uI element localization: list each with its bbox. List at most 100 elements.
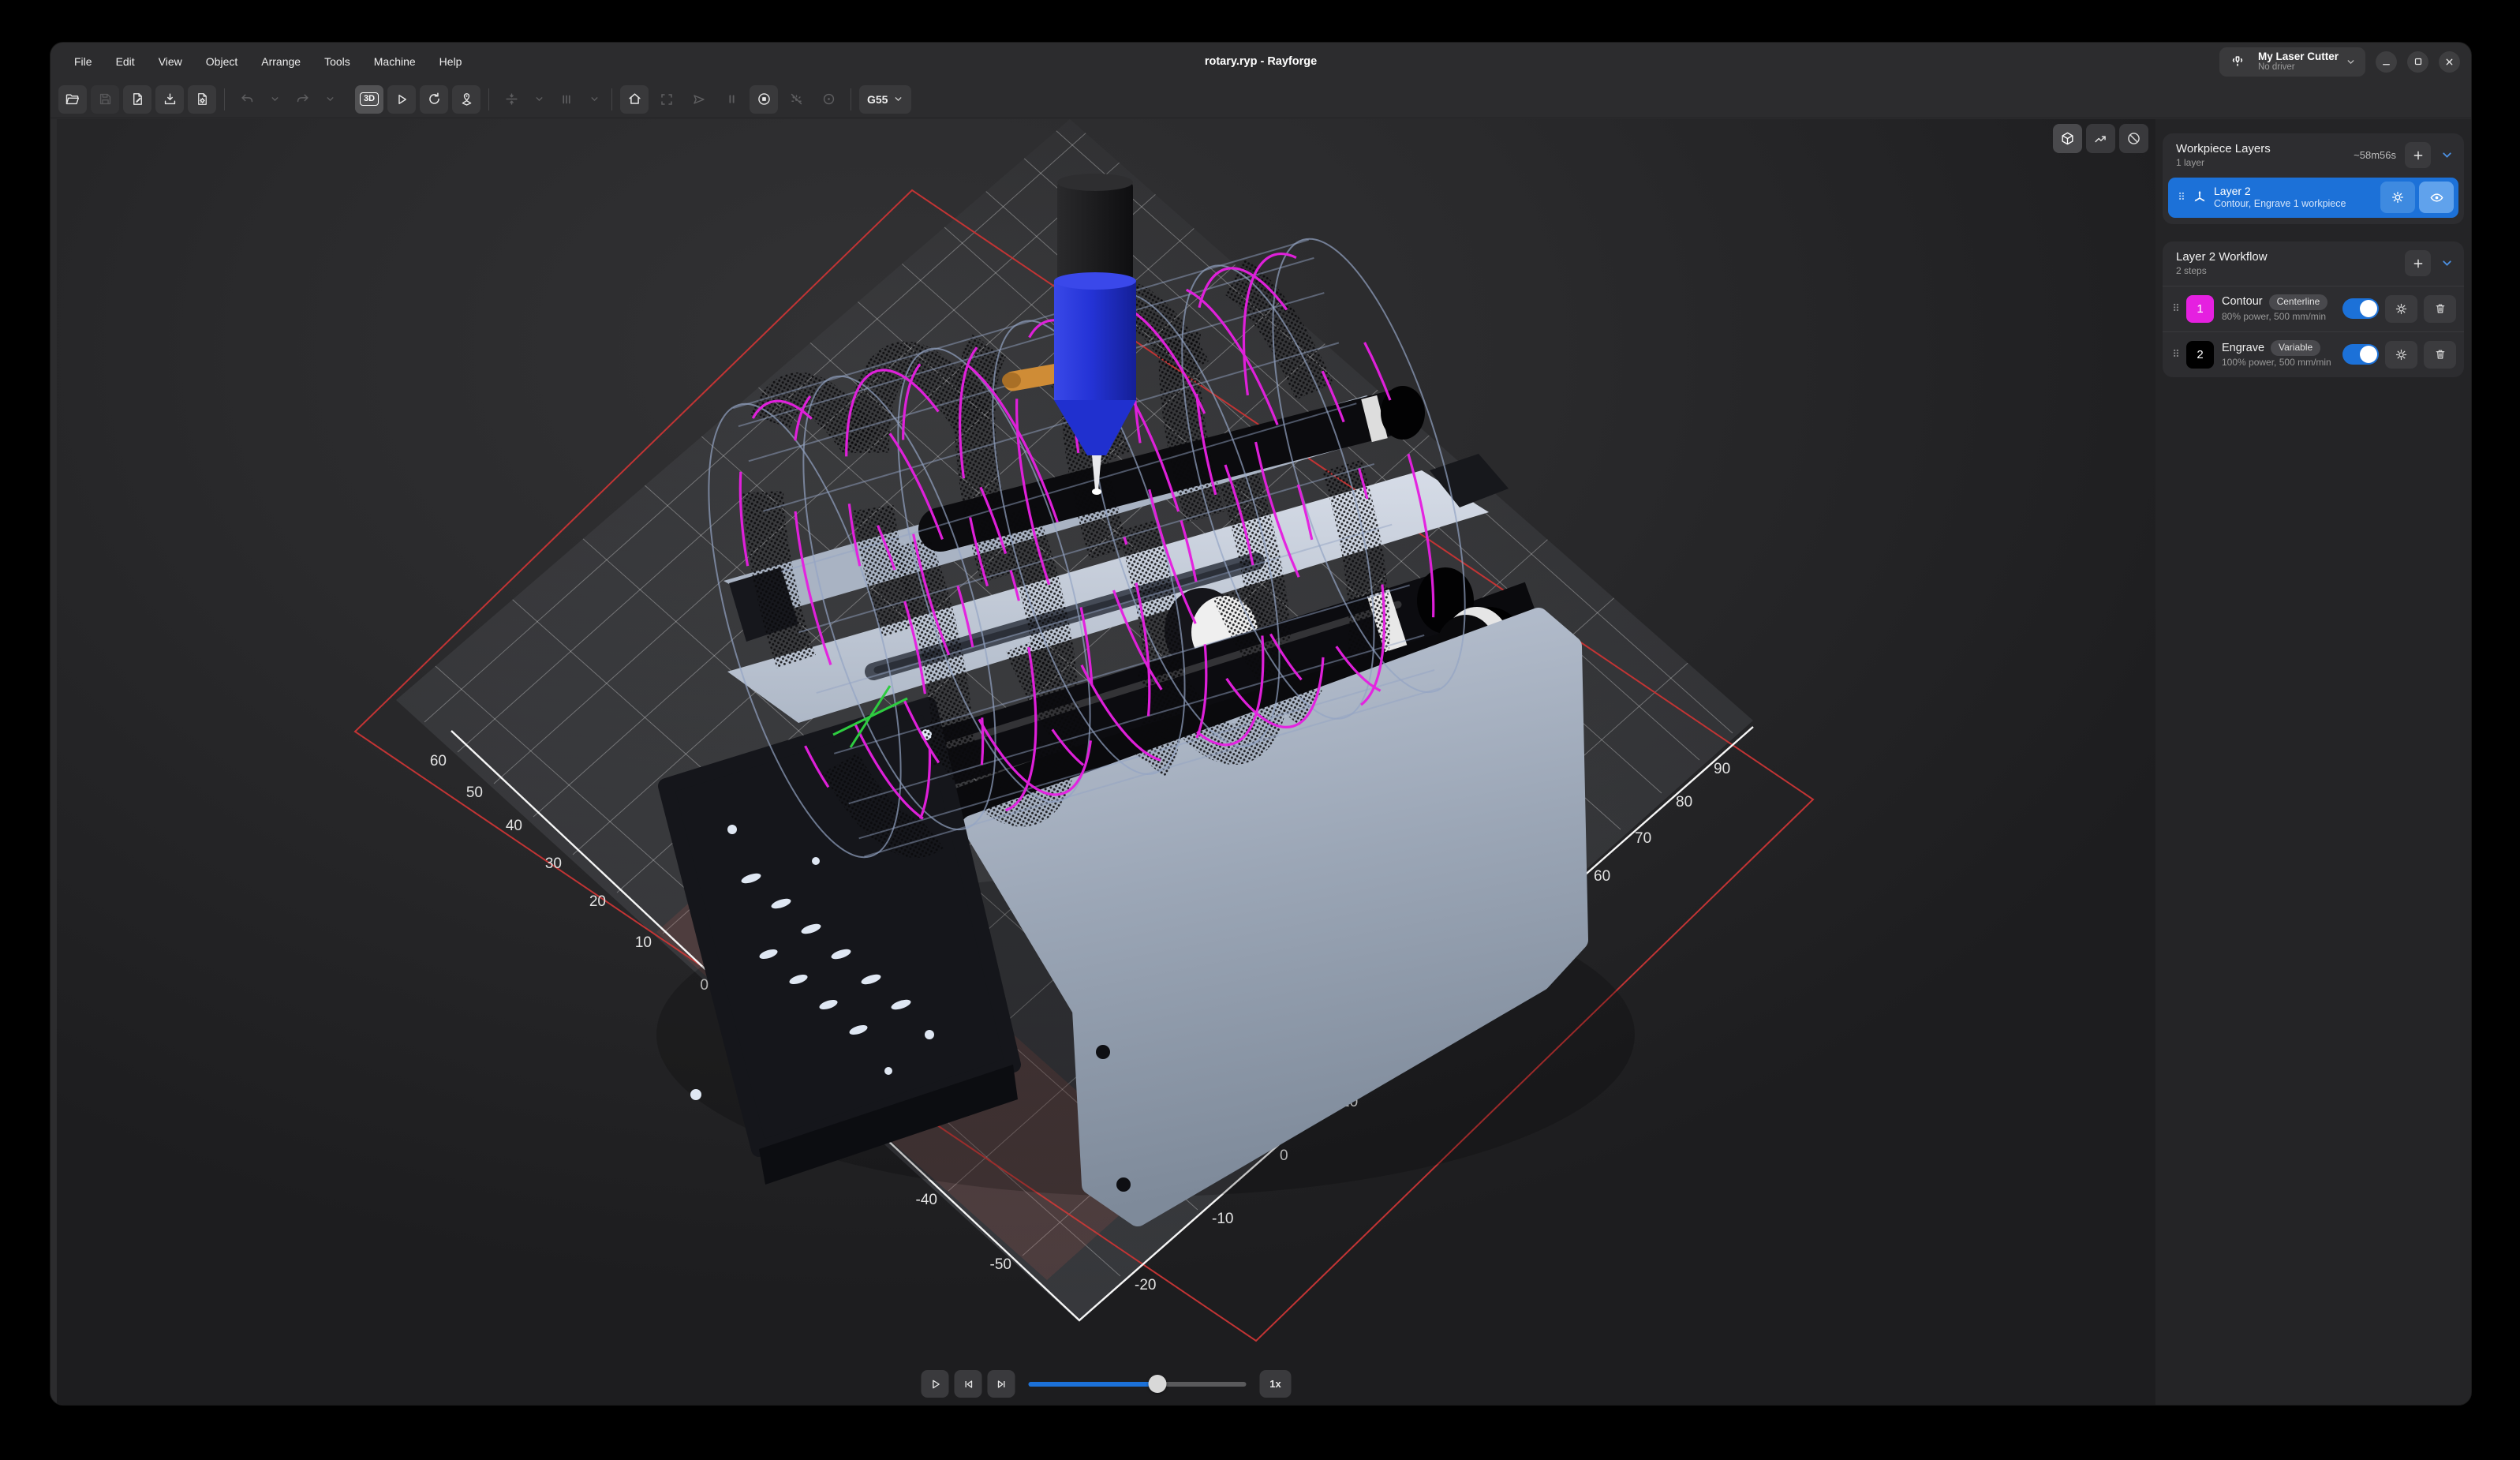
drag-handle-icon[interactable]: ⠿ [2169, 303, 2183, 315]
redo-history-chevron[interactable] [320, 85, 339, 114]
collapse-workflow-chevron[interactable] [2436, 256, 2457, 270]
show-travel-moves-button[interactable] [2086, 124, 2115, 153]
step-color-chip: 1 [2186, 295, 2214, 323]
svg-text:60: 60 [430, 753, 447, 769]
workpiece-layers-panel: Workpiece Layers 1 layer ~58m56s ⠿ [2163, 133, 2464, 224]
export-gcode-button[interactable] [188, 85, 216, 114]
redo-button[interactable] [288, 85, 316, 114]
collapse-layers-chevron[interactable] [2436, 148, 2457, 162]
step-color-chip: 2 [2186, 341, 2214, 369]
skip-to-start-button[interactable] [955, 1370, 982, 1398]
step-details: 80% power, 500 mm/min [2222, 311, 2342, 324]
step-delete-button[interactable] [2424, 295, 2456, 323]
simulate-button[interactable] [387, 85, 416, 114]
workflow-panel: Layer 2 Workflow 2 steps ⠿ 1 C [2163, 241, 2464, 377]
distribute-button[interactable] [552, 85, 581, 114]
save-button[interactable] [91, 85, 119, 114]
laser-off-button[interactable] [782, 85, 810, 114]
laser-position-button[interactable] [452, 85, 480, 114]
step-enabled-toggle[interactable] [2342, 344, 2379, 365]
home-machine-button[interactable] [620, 85, 649, 114]
skip-to-end-button[interactable] [988, 1370, 1015, 1398]
menu-object[interactable]: Object [195, 50, 249, 73]
undo-button[interactable] [233, 85, 261, 114]
target-origin-button[interactable] [814, 85, 843, 114]
simulation-progress-slider[interactable] [1029, 1370, 1247, 1398]
gear-icon [2395, 302, 2408, 316]
trash-icon [2434, 302, 2447, 315]
distribute-options-chevron[interactable] [585, 85, 604, 114]
open-file-button[interactable] [58, 85, 87, 114]
add-layer-button[interactable] [2405, 142, 2431, 168]
import-button[interactable] [155, 85, 184, 114]
scene-canvas: 60 50 40 30 20 10 0 -10 -20 -30 -40 -50 … [57, 119, 2155, 1405]
align-options-chevron[interactable] [529, 85, 548, 114]
menu-tools[interactable]: Tools [313, 50, 361, 73]
trash-icon [2434, 348, 2447, 361]
workflow-panel-title: Layer 2 Workflow [2176, 250, 2405, 265]
regenerate-button[interactable] [420, 85, 448, 114]
workflow-step-contour[interactable]: ⠿ 1 Contour Centerline 80% power, 500 mm… [2163, 286, 2464, 331]
cube-icon [2060, 131, 2075, 146]
menu-file[interactable]: File [63, 50, 103, 73]
stop-job-button[interactable] [750, 85, 778, 114]
step-enabled-toggle[interactable] [2342, 298, 2379, 319]
layer-settings-button[interactable] [2380, 182, 2415, 213]
align-button[interactable] [497, 85, 525, 114]
viewport-3d[interactable]: 60 50 40 30 20 10 0 -10 -20 -30 -40 -50 … [57, 119, 2155, 1405]
drag-handle-icon[interactable]: ⠿ [2174, 192, 2189, 204]
send-job-button[interactable] [685, 85, 713, 114]
header-right: My Laser Cutter No driver [2219, 43, 2460, 80]
menu-arrange[interactable]: Arrange [250, 50, 312, 73]
layer-description: Contour, Engrave 1 workpiece [2214, 198, 2376, 210]
gear-icon [2395, 348, 2408, 361]
menu-help[interactable]: Help [428, 50, 473, 73]
chevron-down-icon [2346, 57, 2356, 67]
svg-text:-20: -20 [1135, 1277, 1156, 1293]
maximize-button[interactable] [2407, 51, 2428, 73]
save-as-button[interactable] [123, 85, 151, 114]
svg-text:30: 30 [545, 855, 562, 872]
add-step-button[interactable] [2405, 250, 2431, 276]
gcode-origin-label: G55 [867, 93, 888, 106]
menu-edit[interactable]: Edit [105, 50, 146, 73]
gear-icon [2391, 190, 2405, 204]
toolbar-separator [488, 88, 489, 110]
minimize-button[interactable] [2376, 51, 2397, 73]
svg-text:90: 90 [1714, 761, 1730, 777]
perspective-toggle-button[interactable] [2053, 124, 2082, 153]
menu-machine[interactable]: Machine [363, 50, 427, 73]
right-sidebar: Workpiece Layers 1 layer ~58m56s ⠿ [2155, 119, 2471, 1405]
machine-selector[interactable]: My Laser Cutter No driver [2219, 47, 2365, 77]
toolbar-separator [611, 88, 612, 110]
pause-job-button[interactable] [717, 85, 746, 114]
playback-speed-button[interactable]: 1x [1260, 1370, 1292, 1398]
toolbar-separator [224, 88, 225, 110]
play-button[interactable] [922, 1370, 949, 1398]
machine-name: My Laser Cutter [2258, 51, 2339, 62]
layer-row-selected[interactable]: ⠿ Layer 2 Contour, Engrave 1 workpiece [2168, 178, 2458, 218]
drag-handle-icon[interactable]: ⠿ [2169, 349, 2183, 361]
slider-knob[interactable] [1148, 1375, 1166, 1393]
view-3d-toggle-button[interactable]: 3D [355, 85, 383, 114]
svg-text:40: 40 [506, 818, 522, 834]
svg-text:50: 50 [466, 784, 483, 801]
clip-toggle-button[interactable] [2119, 124, 2148, 153]
job-time-estimate: ~58m56s [2354, 149, 2396, 161]
step-settings-button[interactable] [2385, 341, 2417, 369]
gcode-origin-dropdown[interactable]: G55 [859, 85, 911, 114]
menu-view[interactable]: View [148, 50, 193, 73]
layer-visibility-button[interactable] [2419, 182, 2454, 213]
frame-job-button[interactable] [652, 85, 681, 114]
step-name: Contour [2222, 294, 2263, 309]
app-window: File Edit View Object Arrange Tools Mach… [50, 43, 2471, 1405]
undo-history-chevron[interactable] [265, 85, 284, 114]
svg-text:-50: -50 [990, 1256, 1011, 1273]
step-delete-button[interactable] [2424, 341, 2456, 369]
close-button[interactable] [2439, 51, 2460, 73]
workflow-step-engrave[interactable]: ⠿ 2 Engrave Variable 100% power, 500 mm/… [2163, 331, 2464, 377]
svg-text:70: 70 [1635, 830, 1651, 847]
svg-text:20: 20 [589, 893, 606, 910]
step-name: Engrave [2222, 341, 2264, 356]
step-settings-button[interactable] [2385, 295, 2417, 323]
